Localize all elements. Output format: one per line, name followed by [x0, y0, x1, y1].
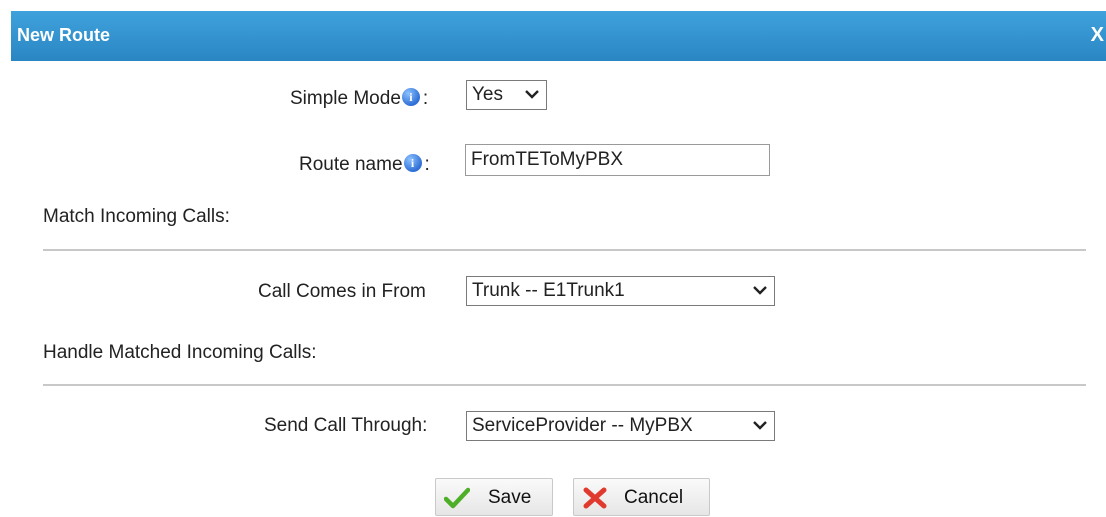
simple-mode-label-row: Simple Mode i: — [290, 88, 428, 110]
handle-matched-calls-heading: Handle Matched Incoming Calls: — [43, 342, 317, 363]
cancel-label: Cancel — [624, 487, 684, 508]
match-incoming-calls-heading: Match Incoming Calls: — [43, 206, 230, 227]
simple-mode-select[interactable]: Yes — [466, 80, 547, 110]
dialog-title-bar: New Route X — [11, 11, 1106, 61]
section-divider — [43, 249, 1086, 251]
route-name-label: Route name — [299, 154, 403, 175]
route-name-colon: : — [424, 154, 430, 175]
send-call-through-label: Send Call Through: — [264, 415, 428, 436]
info-icon[interactable]: i — [403, 154, 422, 172]
new-route-dialog: New Route X Simple Mode i: Yes Route name… — [11, 11, 1106, 517]
chevron-down-icon — [525, 90, 539, 99]
route-name-label-row: Route name i: — [299, 154, 430, 176]
send-call-through-select[interactable]: ServiceProvider -- MyPBX — [466, 411, 775, 441]
route-name-input[interactable]: FromTEToMyPBX — [465, 144, 770, 176]
route-name-value: FromTEToMyPBX — [471, 149, 624, 170]
check-icon — [444, 487, 470, 509]
call-comes-in-from-label: Call Comes in From — [258, 281, 426, 302]
save-label: Save — [488, 487, 532, 508]
simple-mode-value: Yes — [472, 84, 503, 105]
simple-mode-colon: : — [422, 88, 429, 109]
section-divider — [43, 384, 1086, 386]
cancel-button[interactable]: Cancel — [573, 478, 710, 516]
dialog-title: New Route — [17, 25, 111, 45]
save-button[interactable]: Save — [435, 478, 553, 516]
call-comes-in-from-select[interactable]: Trunk -- E1Trunk1 — [466, 276, 775, 306]
simple-mode-label: Simple Mode — [290, 88, 401, 109]
close-button[interactable]: X — [1091, 24, 1104, 47]
chevron-down-icon — [753, 286, 767, 295]
chevron-down-icon — [753, 421, 767, 430]
send-call-through-value: ServiceProvider -- MyPBX — [472, 415, 693, 436]
info-icon[interactable]: i — [401, 88, 420, 106]
call-comes-in-from-value: Trunk -- E1Trunk1 — [472, 280, 625, 301]
cross-icon — [583, 487, 607, 509]
